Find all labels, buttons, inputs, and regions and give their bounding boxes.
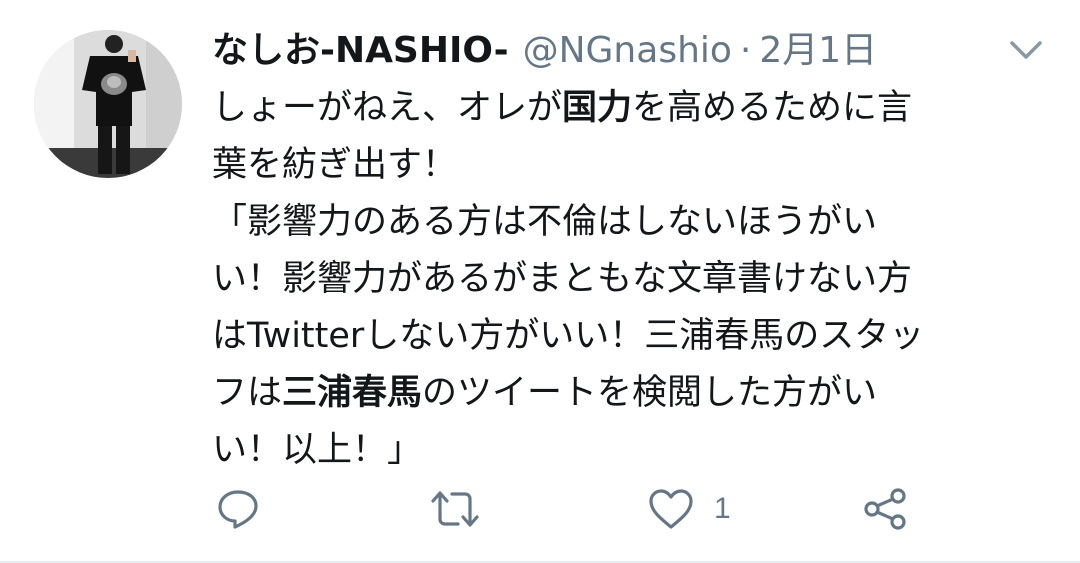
avatar[interactable] — [34, 30, 182, 178]
tweet-text-line: しょーがねえ、オレが国力を高めるために言 — [212, 80, 1052, 137]
heart-icon — [649, 489, 693, 529]
chevron-down-icon[interactable] — [1006, 30, 1046, 70]
tweet-text-line: フは三浦春馬のツイートを検閲した方がい — [212, 365, 1052, 422]
display-name[interactable]: なしお-NASHIO- — [212, 24, 509, 78]
tweet-text-line: い！影響力があるがまともな文章書けない方 — [212, 259, 913, 299]
text-segment: のツイートを検閲した方がい — [422, 373, 878, 413]
like-count: 1 — [714, 492, 731, 525]
share-button[interactable] — [862, 484, 908, 534]
highlight-keyword: 三浦春馬 — [282, 373, 423, 413]
text-segment: を高めるために言 — [632, 88, 913, 128]
share-icon — [864, 488, 906, 530]
tweet-actions: 1 — [212, 484, 932, 534]
tweet-text: しょーがねえ、オレが国力を高めるために言 葉を紡ぎ出す！ 「影響力のある方は不倫… — [212, 80, 1052, 479]
reply-button[interactable] — [216, 484, 260, 534]
retweet-icon — [431, 491, 479, 527]
tweet-text-line: い！以上！」 — [212, 430, 423, 470]
highlight-keyword: 国力 — [562, 88, 633, 128]
tweet-text-line: 「影響力のある方は不倫はしないほうがい — [212, 202, 878, 242]
retweet-button[interactable] — [430, 484, 480, 534]
tweet-date[interactable]: 2月1日 — [759, 24, 877, 78]
separator-dot: · — [739, 30, 752, 71]
reply-icon — [218, 490, 258, 529]
tweet-header: なしお-NASHIO- @NGnashio · 2月1日 — [212, 24, 877, 78]
tweet[interactable]: なしお-NASHIO- @NGnashio · 2月1日 しょーがねえ、オレが国… — [0, 0, 1080, 563]
avatar-image — [34, 30, 182, 178]
text-segment: しょーがねえ、オレが — [212, 88, 563, 128]
tweet-text-line: 葉を紡ぎ出す！ — [212, 145, 458, 185]
tweet-text-line: はTwitterしない方がいい！三浦春馬のスタッ — [212, 316, 925, 356]
like-button[interactable]: 1 — [648, 484, 731, 534]
user-handle[interactable]: @NGnashio — [523, 24, 732, 78]
text-segment: フは — [212, 373, 283, 413]
